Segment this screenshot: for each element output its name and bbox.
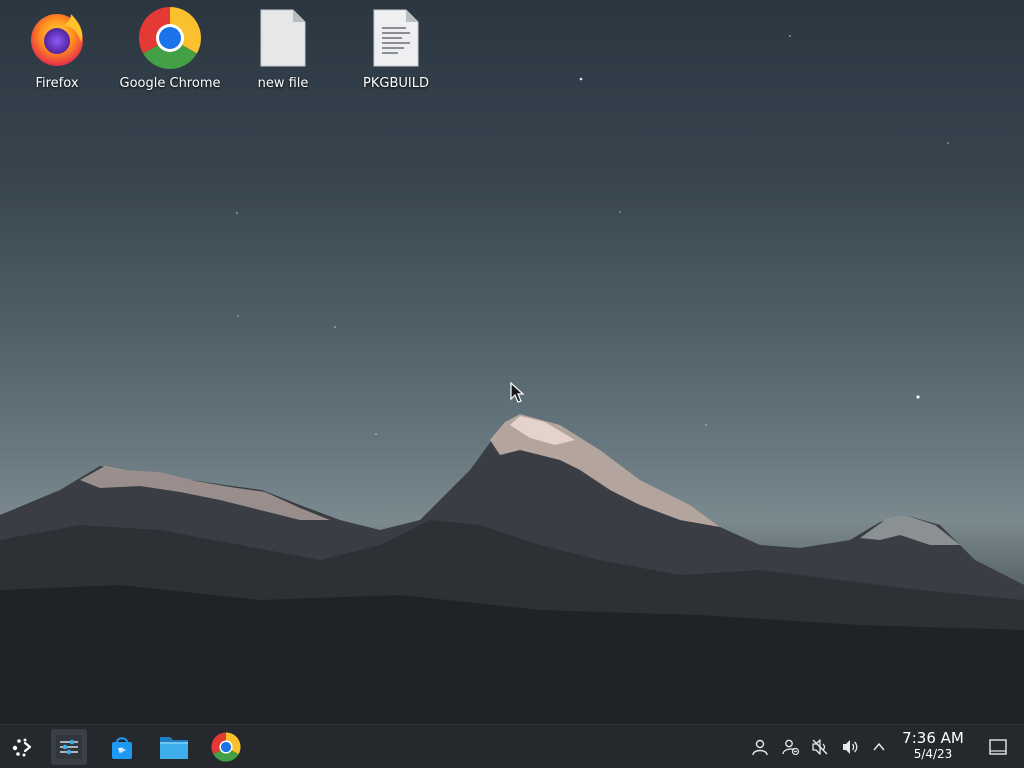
clock-time: 7:36 AM: [902, 729, 964, 747]
desktop-icon-label: PKGBUILD: [363, 76, 429, 91]
show-desktop-icon: [989, 739, 1007, 755]
desktop-icon-pkgbuild[interactable]: PKGBUILD: [341, 6, 451, 91]
desktop-icon-label: Google Chrome: [119, 76, 221, 91]
mountain-wallpaper: [0, 35, 1024, 724]
kde-launcher-icon: [12, 738, 32, 757]
chrome-icon: [138, 7, 202, 70]
chrome-icon: [211, 732, 241, 762]
folder-icon: [160, 737, 188, 759]
store-bag-icon: [112, 737, 132, 759]
taskbar-google-chrome[interactable]: [208, 729, 244, 765]
mouse-pointer-icon: [510, 382, 524, 403]
taskbar-dolphin[interactable]: [156, 729, 192, 765]
taskbar-discover[interactable]: [104, 729, 140, 765]
show-hidden-icons[interactable]: [868, 736, 890, 758]
network-icon: [782, 739, 800, 756]
blank-file-icon: [260, 9, 306, 67]
desktop-icon-firefox[interactable]: Firefox: [2, 6, 112, 91]
taskbar: 7:36 AM 5/4/23: [0, 724, 1024, 768]
desktop-icon-label: new file: [257, 76, 309, 91]
user-icon: [752, 739, 768, 756]
chevron-up-icon: [873, 742, 885, 751]
volume-icon: [843, 740, 858, 754]
microphone-muted-status[interactable]: [809, 736, 831, 758]
taskbar-system-settings[interactable]: [51, 729, 87, 765]
user-switcher[interactable]: [749, 736, 771, 758]
firefox-icon: [31, 14, 83, 66]
show-desktop-button[interactable]: [987, 736, 1009, 758]
settings-sliders-icon: [56, 735, 82, 759]
desktop-icon-new-file[interactable]: new file: [228, 6, 338, 91]
clock-date: 5/4/23: [913, 747, 953, 761]
desktop-icon-google-chrome[interactable]: Google Chrome: [115, 6, 225, 91]
muted-speaker-icon: [812, 739, 828, 755]
desktop-icon-label: Firefox: [35, 76, 79, 91]
desktop[interactable]: Firefox Google Chrome new file PKGBUILD: [0, 0, 1024, 724]
network-status[interactable]: [780, 736, 802, 758]
volume-control[interactable]: [839, 736, 861, 758]
digital-clock[interactable]: 7:36 AM 5/4/23: [896, 729, 970, 761]
application-launcher-button[interactable]: [4, 729, 40, 765]
text-file-icon: [373, 9, 419, 67]
